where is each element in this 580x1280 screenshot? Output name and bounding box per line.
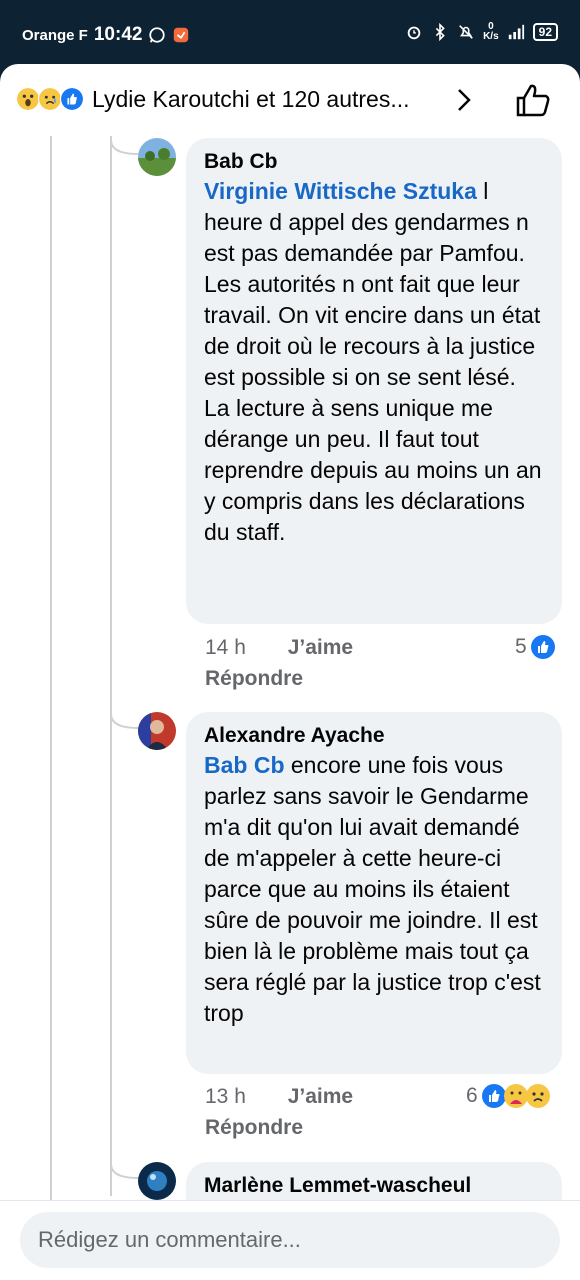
- reaction-count[interactable]: 6: [466, 1084, 550, 1108]
- like-icon: [60, 87, 84, 111]
- comment-meta: 13 h J’aime: [205, 1085, 353, 1109]
- carrier-label: Orange F: [22, 26, 88, 44]
- comment-text: Bab Cb encore une fois vous parlez sans …: [204, 750, 544, 1029]
- comment-input[interactable]: Rédigez un commentaire...: [20, 1212, 560, 1268]
- reaction-count-value: 5: [515, 635, 527, 658]
- care-icon: [503, 1084, 528, 1108]
- bluetooth-icon: [435, 23, 445, 41]
- thread-line: [110, 136, 112, 1196]
- thread-connector: [110, 714, 139, 729]
- reactors-label[interactable]: Lydie Karoutchi et 120 autres...: [92, 86, 410, 113]
- comment-time: 14 h: [205, 636, 246, 659]
- comment-bubble: Bab Cb Virginie Wittische Sztuka l heure…: [186, 138, 562, 624]
- reaction-count-value: 6: [466, 1084, 478, 1107]
- signal-icon: [508, 24, 524, 40]
- like-button[interactable]: J’aime: [288, 636, 353, 659]
- avatar[interactable]: [138, 1162, 176, 1200]
- comment-text: Virginie Wittische Sztuka l heure d appe…: [204, 176, 544, 548]
- alarm-icon: [407, 26, 421, 40]
- avatar[interactable]: [138, 138, 176, 176]
- notification-app-icon: [174, 27, 189, 43]
- comment-author[interactable]: Alexandre Ayache: [204, 722, 544, 750]
- battery-level: 92: [532, 23, 558, 41]
- reaction-summary: [16, 87, 84, 111]
- thread-line: [50, 136, 52, 1280]
- mention-link[interactable]: Bab Cb: [204, 752, 285, 778]
- comments-sheet: Lydie Karoutchi et 120 autres... Bab Cb …: [0, 64, 580, 1280]
- clock: 10:42: [93, 24, 143, 45]
- like-button[interactable]: J’aime: [288, 1085, 353, 1108]
- chevron-right-icon[interactable]: [454, 86, 474, 114]
- reply-button[interactable]: Répondre: [205, 1116, 303, 1140]
- whatsapp-icon: [149, 27, 166, 43]
- speed-unit: K/s: [483, 31, 499, 42]
- reactions-header[interactable]: Lydie Karoutchi et 120 autres...: [0, 64, 580, 136]
- reply-button[interactable]: Répondre: [205, 667, 303, 691]
- comment-body: l heure d appel des gendarmes n est pas …: [204, 178, 542, 545]
- network-speed: 0 K/s: [483, 22, 499, 42]
- reaction-count[interactable]: 5: [515, 635, 555, 659]
- comment-author[interactable]: Marlène Lemmet-wascheul: [204, 1172, 544, 1200]
- like-post-icon[interactable]: [514, 82, 552, 118]
- sad-icon: [525, 1084, 550, 1108]
- comment-body: encore une fois vous parlez sans savoir …: [204, 752, 541, 1026]
- thread-connector: [110, 140, 139, 155]
- like-icon: [530, 635, 555, 659]
- comment-time: 13 h: [205, 1085, 246, 1108]
- comment-bubble: Alexandre Ayache Bab Cb encore une fois …: [186, 712, 562, 1074]
- comment-meta: 14 h J’aime: [205, 636, 353, 660]
- thread-connector: [110, 1164, 139, 1179]
- status-bar: Orange F 10:42 0 K/s 92: [0, 0, 580, 64]
- like-icon: [481, 1084, 506, 1108]
- wow-icon: [16, 87, 40, 111]
- sad-icon: [38, 87, 62, 111]
- comment-author[interactable]: Bab Cb: [204, 148, 544, 176]
- mention-link[interactable]: Virginie Wittische Sztuka: [204, 178, 477, 204]
- mute-icon: [459, 25, 473, 39]
- avatar[interactable]: [138, 712, 176, 750]
